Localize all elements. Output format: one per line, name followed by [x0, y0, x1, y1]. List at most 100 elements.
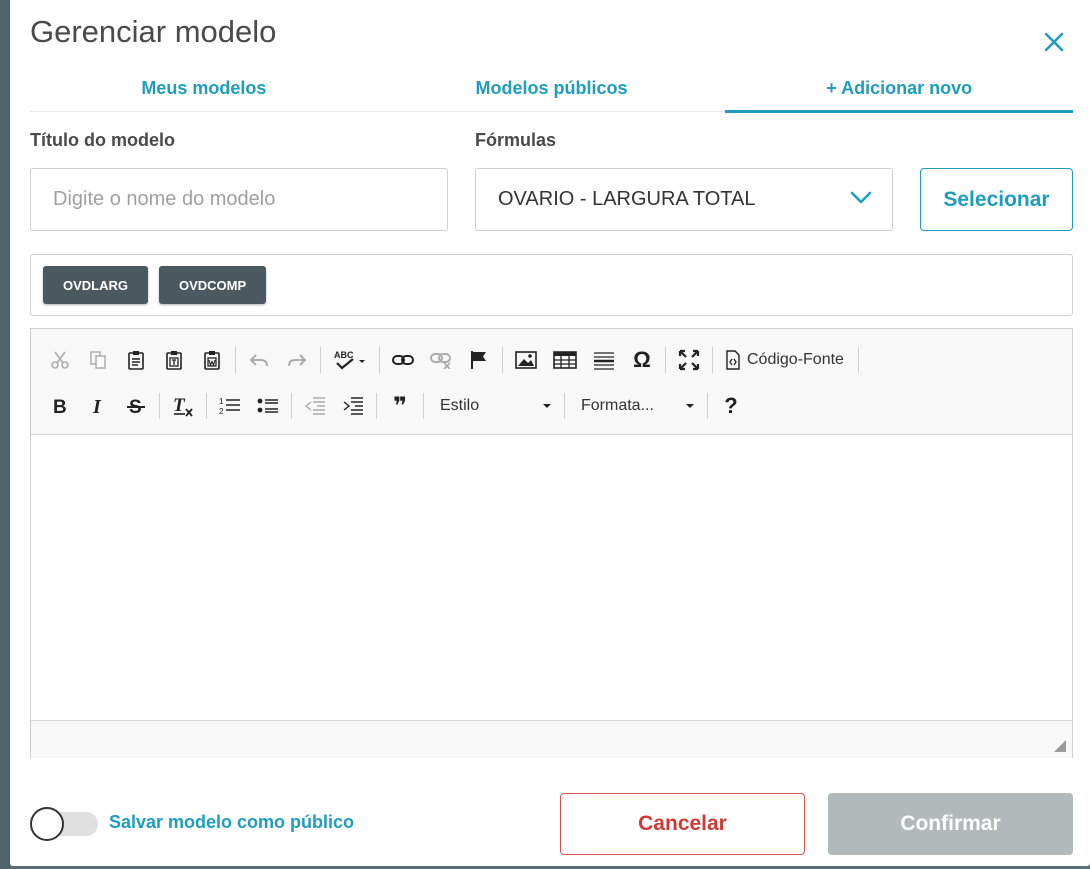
- svg-text:ABC: ABC: [334, 350, 354, 360]
- italic-button[interactable]: I: [83, 391, 113, 421]
- toolbar-separator: [159, 393, 160, 419]
- toolbar-separator: [206, 393, 207, 419]
- numbered-list-button[interactable]: 12: [215, 391, 245, 421]
- horizontal-line-button[interactable]: [589, 345, 619, 375]
- indent-icon: [343, 397, 363, 415]
- toolbar-separator: [320, 347, 321, 373]
- modal-backdrop: [0, 0, 10, 869]
- paste-word-button[interactable]: [197, 345, 227, 375]
- bold-icon: B: [53, 397, 67, 416]
- toolbar-separator: [235, 347, 236, 373]
- toolbar-row-1: ABC Ω Código-Fonte: [45, 337, 1062, 383]
- format-dropdown[interactable]: Formata...: [573, 391, 701, 421]
- scissors-icon: [51, 351, 69, 369]
- toolbar-separator: [502, 347, 503, 373]
- blockquote-button[interactable]: ❞: [385, 391, 415, 421]
- tab-public-templates[interactable]: Modelos públicos: [378, 70, 726, 111]
- svg-text:I: I: [92, 396, 102, 416]
- formula-tags-container: OVDLARG OVDCOMP: [30, 254, 1073, 316]
- tag-ovdlarg[interactable]: OVDLARG: [43, 266, 148, 304]
- tab-add-new[interactable]: + Adicionar novo: [725, 70, 1073, 113]
- flag-icon: [471, 351, 486, 369]
- help-button[interactable]: ?: [716, 391, 746, 421]
- manage-template-modal: Gerenciar modelo Meus modelos Modelos pú…: [10, 0, 1090, 866]
- formula-selected-value: OVARIO - LARGURA TOTAL: [498, 188, 756, 210]
- toolbar-separator: [291, 393, 292, 419]
- indent-button[interactable]: [338, 391, 368, 421]
- clipboard-icon: [128, 351, 144, 370]
- toolbar-separator: [857, 347, 859, 373]
- style-dropdown[interactable]: Estilo: [432, 391, 558, 421]
- paste-text-button[interactable]: [159, 345, 189, 375]
- cancel-button[interactable]: Cancelar: [560, 793, 805, 855]
- spellcheck-button[interactable]: ABC: [329, 345, 371, 375]
- bold-button[interactable]: B: [45, 391, 75, 421]
- source-file-icon: [726, 350, 740, 370]
- save-as-public-label[interactable]: Salvar modelo como público: [109, 812, 354, 833]
- bulleted-list-button[interactable]: [253, 391, 283, 421]
- spellcheck-icon: ABC: [334, 350, 365, 370]
- remove-format-button[interactable]: T: [168, 391, 198, 421]
- toggle-knob: [30, 807, 64, 841]
- clipboard-word-icon: [204, 351, 220, 370]
- public-toggle[interactable]: [30, 807, 98, 841]
- close-button[interactable]: [1042, 30, 1066, 54]
- editor-status-bar: [31, 720, 1072, 758]
- toolbar-separator: [712, 347, 713, 373]
- source-code-label: Código-Fonte: [747, 351, 844, 368]
- toolbar-separator: [423, 393, 424, 419]
- image-icon: [515, 351, 537, 369]
- maximize-button[interactable]: [674, 345, 704, 375]
- resize-handle-icon[interactable]: [1054, 740, 1066, 752]
- image-button[interactable]: [511, 345, 541, 375]
- editor-toolbar: ABC Ω Código-Fonte B I S T 1 2 ❞ Estilo …: [31, 329, 1072, 435]
- style-dropdown-label: Estilo: [440, 397, 480, 414]
- cut-button[interactable]: [45, 345, 75, 375]
- source-code-button[interactable]: Código-Fonte: [721, 345, 850, 375]
- numbered-list-icon: 12: [219, 397, 240, 416]
- strikethrough-button[interactable]: S: [121, 391, 151, 421]
- outdent-button[interactable]: [300, 391, 330, 421]
- remove-format-icon: T: [173, 395, 193, 417]
- toolbar-separator: [564, 393, 565, 419]
- table-button[interactable]: [549, 345, 581, 375]
- toolbar-separator: [379, 347, 380, 373]
- toolbar-separator: [707, 393, 708, 419]
- modal-title: Gerenciar modelo: [30, 14, 277, 49]
- caret-down-icon: [543, 404, 551, 408]
- undo-button[interactable]: [244, 345, 274, 375]
- redo-icon: [288, 354, 307, 367]
- strikethrough-icon: S: [127, 397, 145, 416]
- format-dropdown-label: Formata...: [581, 397, 654, 414]
- special-char-button[interactable]: Ω: [627, 345, 657, 375]
- tab-my-templates[interactable]: Meus modelos: [30, 70, 378, 111]
- clipboard-text-icon: [166, 351, 182, 370]
- svg-text:2: 2: [219, 407, 224, 416]
- table-icon: [553, 351, 577, 369]
- editor-content-area[interactable]: [31, 435, 1072, 720]
- paste-button[interactable]: [121, 345, 151, 375]
- outdent-icon: [304, 397, 325, 415]
- undo-icon: [249, 354, 268, 367]
- horizontal-line-icon: [594, 352, 614, 370]
- italic-icon: I: [92, 396, 102, 416]
- confirm-button[interactable]: Confirmar: [828, 793, 1073, 855]
- tab-bar: Meus modelos Modelos públicos + Adiciona…: [30, 70, 1073, 113]
- omega-icon: Ω: [633, 347, 651, 372]
- svg-text:B: B: [53, 397, 67, 416]
- select-formula-button[interactable]: Selecionar: [920, 168, 1073, 231]
- tag-ovdcomp[interactable]: OVDCOMP: [159, 266, 267, 304]
- template-title-input[interactable]: [30, 168, 448, 231]
- chevron-down-icon: [850, 191, 872, 204]
- copy-button[interactable]: [83, 345, 113, 375]
- link-button[interactable]: [388, 345, 418, 375]
- formula-select[interactable]: OVARIO - LARGURA TOTAL: [475, 168, 893, 231]
- bulleted-list-icon: [257, 398, 278, 413]
- toolbar-row-2: B I S T 12 ❞ Estilo Formata... ?: [45, 383, 1062, 429]
- anchor-button[interactable]: [464, 345, 494, 375]
- copy-icon: [90, 351, 106, 369]
- rich-text-editor: ABC Ω Código-Fonte B I S T 1 2 ❞ Estilo …: [30, 328, 1073, 758]
- unlink-button[interactable]: [426, 345, 456, 375]
- svg-text:1: 1: [219, 397, 224, 406]
- redo-button[interactable]: [282, 345, 312, 375]
